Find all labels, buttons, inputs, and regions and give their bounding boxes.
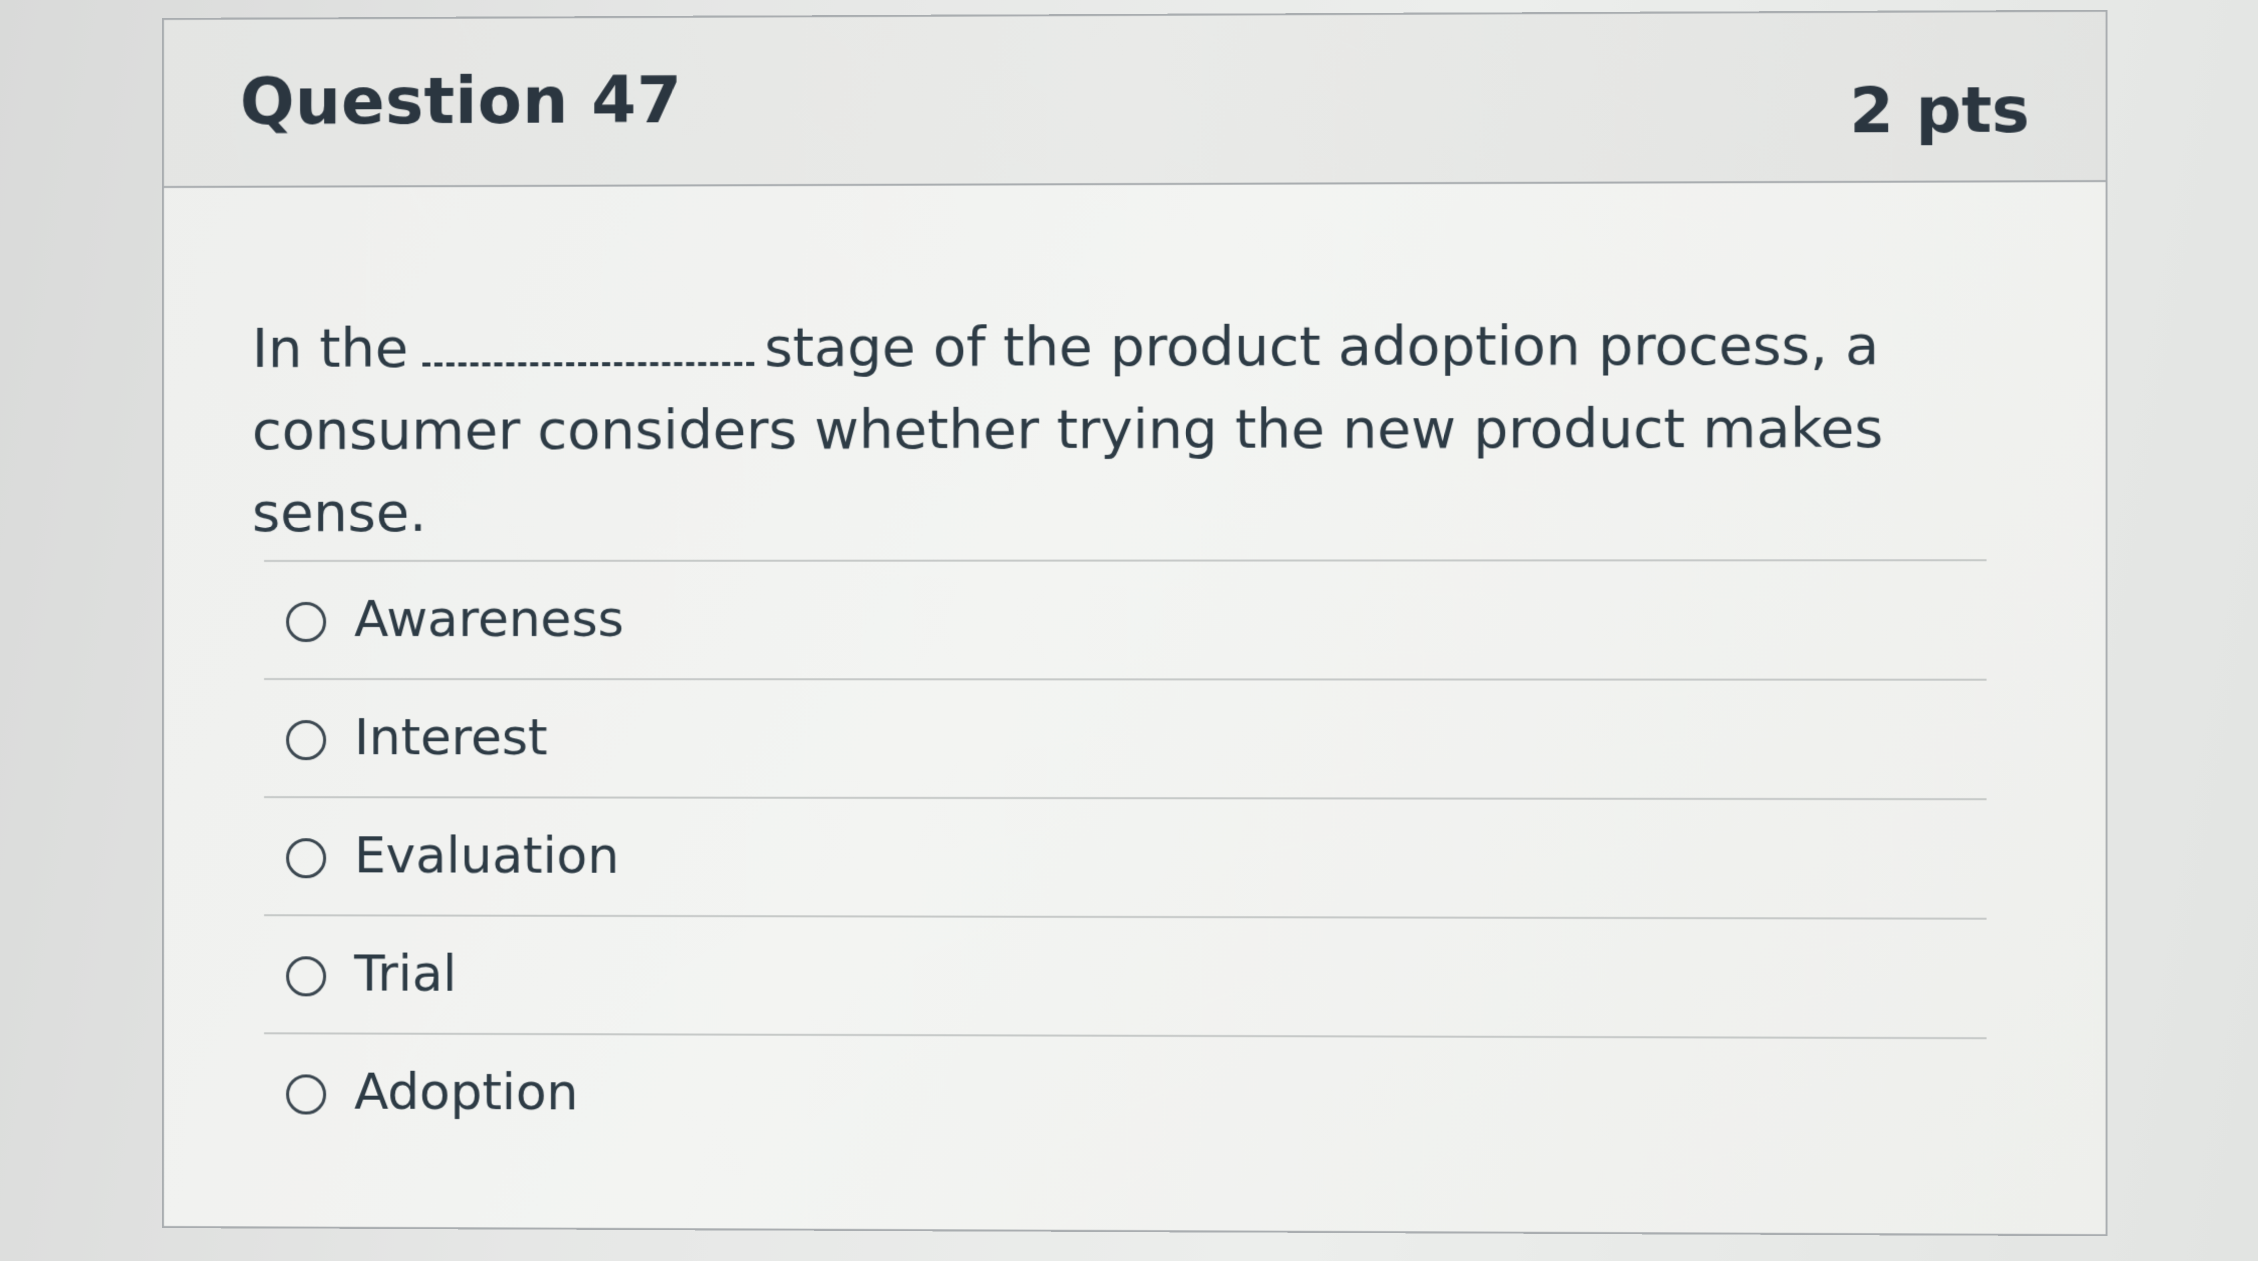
answer-option-evaluation[interactable]: Evaluation <box>264 798 1987 920</box>
question-card: Question 47 2 pts In the stage of the pro… <box>162 9 2108 1237</box>
radio-button-icon[interactable] <box>286 838 327 879</box>
fill-in-blank <box>422 321 755 367</box>
answer-label[interactable]: Trial <box>354 944 457 1002</box>
answer-label[interactable]: Interest <box>354 708 547 766</box>
answer-list: Awareness Interest Evaluation Trial Adop… <box>264 559 1987 1159</box>
question-header: Question 47 2 pts <box>163 11 2106 188</box>
radio-button-icon[interactable] <box>286 601 327 643</box>
answer-option-adoption[interactable]: Adoption <box>264 1034 1987 1158</box>
answer-option-interest[interactable]: Interest <box>264 680 1987 801</box>
question-text: In the stage of the product adoption proc… <box>252 304 2015 554</box>
answer-label[interactable]: Evaluation <box>354 826 619 885</box>
answer-label[interactable]: Adoption <box>354 1063 578 1122</box>
radio-button-icon[interactable] <box>286 720 327 761</box>
question-title: Question 47 <box>240 63 683 140</box>
answer-option-trial[interactable]: Trial <box>264 916 1987 1040</box>
question-text-before-blank: In the <box>252 316 409 380</box>
radio-button-icon[interactable] <box>286 956 327 997</box>
answer-option-awareness[interactable]: Awareness <box>264 561 1987 681</box>
answer-label[interactable]: Awareness <box>354 590 624 648</box>
question-points: 2 pts <box>1849 72 2030 148</box>
radio-button-icon[interactable] <box>286 1074 327 1115</box>
